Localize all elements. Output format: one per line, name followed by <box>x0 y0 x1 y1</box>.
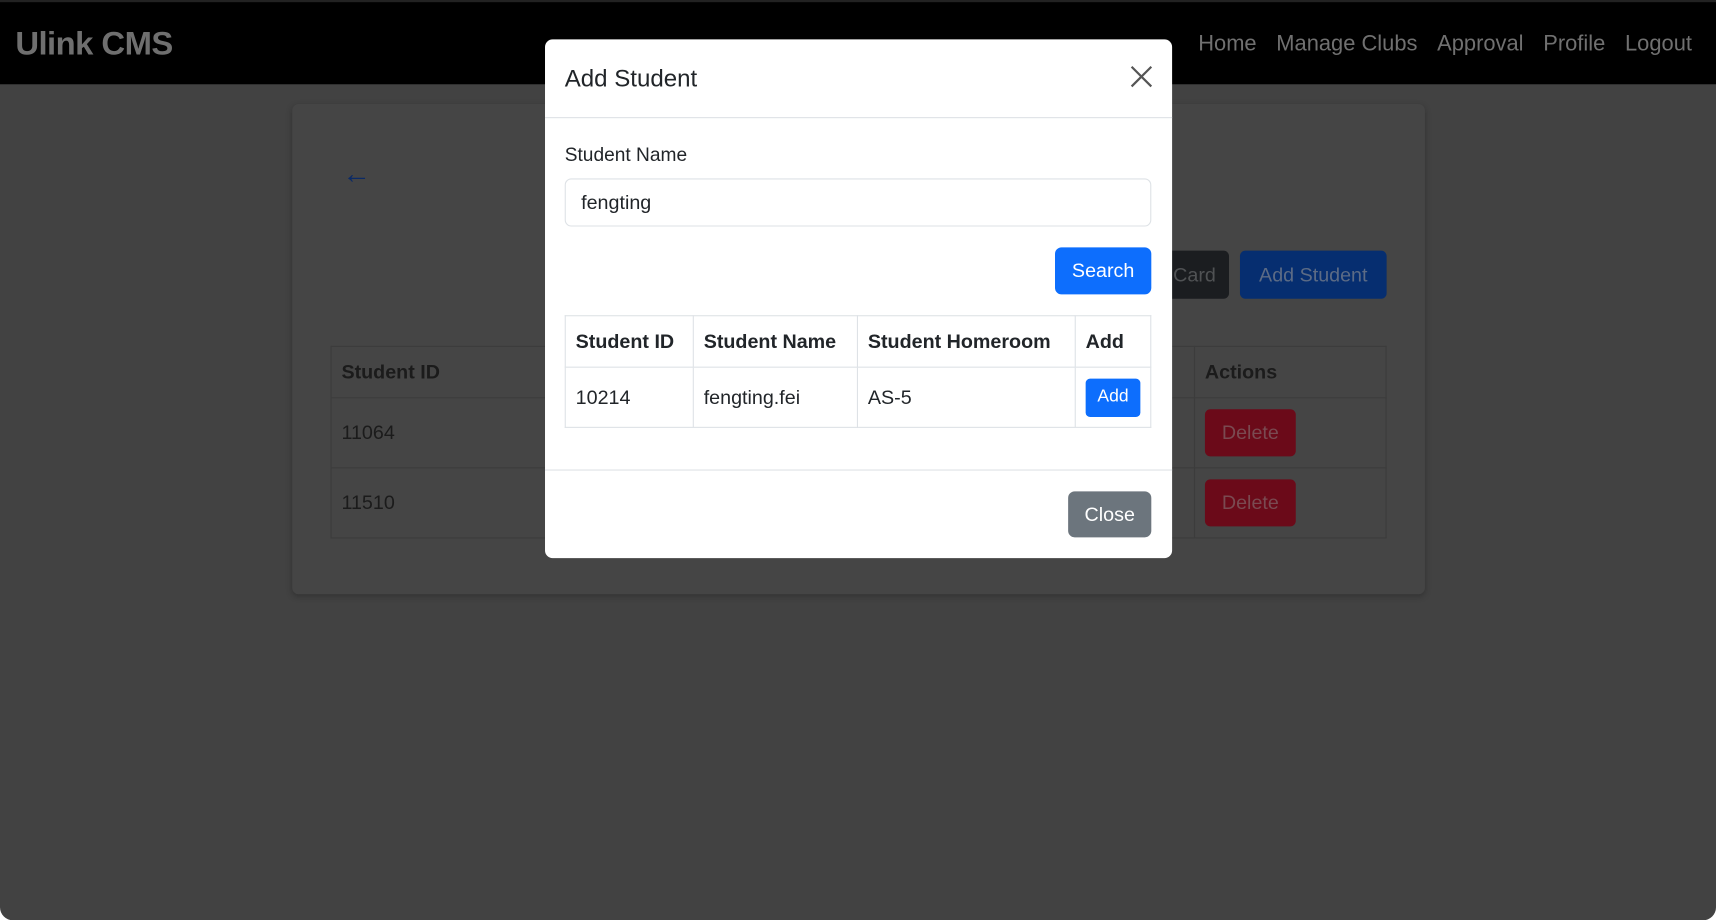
student-id-cell: 10214 <box>564 366 694 428</box>
header-student-id: Student ID <box>564 315 694 368</box>
close-button[interactable]: Close <box>1068 491 1152 538</box>
add-student-modal: Add Student Student Name Search Student … <box>545 39 1173 559</box>
app-window: Ulink CMS Home Manage Clubs Approval Pro… <box>0 0 1716 920</box>
add-cell: Add <box>1074 366 1152 428</box>
header-add: Add <box>1074 315 1152 368</box>
search-results-table: Student ID Student Name Student Homeroom… <box>564 315 1152 428</box>
close-icon[interactable] <box>1128 63 1154 89</box>
add-button[interactable]: Add <box>1085 378 1141 417</box>
header-student-homeroom: Student Homeroom <box>856 315 1076 368</box>
modal-footer-divider <box>545 469 1173 471</box>
modal-header: Add Student <box>545 39 1173 119</box>
student-homeroom-cell: AS-5 <box>856 366 1076 428</box>
table-row: 10214 fengting.fei AS-5 Add <box>564 366 1152 428</box>
table-header-row: Student ID Student Name Student Homeroom… <box>564 315 1152 368</box>
header-student-name: Student Name <box>692 315 859 368</box>
search-button[interactable]: Search <box>1055 247 1152 295</box>
student-name-input[interactable] <box>564 178 1152 227</box>
modal-title: Add Student <box>564 64 698 92</box>
student-name-label: Student Name <box>564 143 688 166</box>
student-name-cell: fengting.fei <box>692 366 859 428</box>
